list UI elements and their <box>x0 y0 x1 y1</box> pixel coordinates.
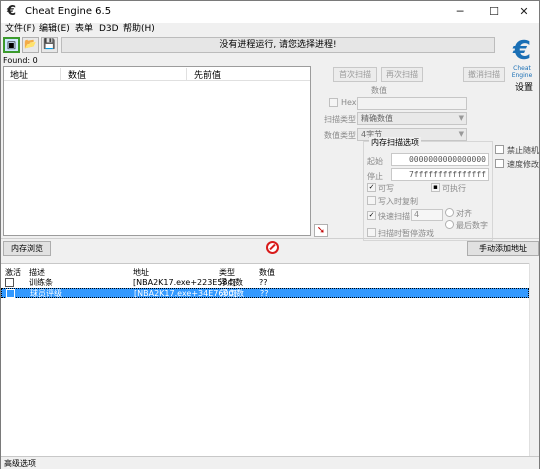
writable-label: 可写 <box>378 184 394 193</box>
table-row[interactable]: 球员评级 [NBA2K17.exe+34E7600] 浮点数 ?? <box>1 288 529 298</box>
col-address[interactable]: 地址 <box>10 68 28 81</box>
status-bar: 高级选项 <box>1 456 539 469</box>
fast-scan-checkbox[interactable]: ✓ <box>367 211 376 220</box>
col-address[interactable]: 地址 <box>133 267 149 278</box>
fast-scan-label: 快速扫描 <box>378 212 410 221</box>
col-description[interactable]: 描述 <box>29 267 45 278</box>
executable-label: 可执行 <box>442 184 466 193</box>
save-icon[interactable]: 💾 <box>41 37 58 53</box>
copy-on-write-checkbox[interactable] <box>367 196 376 205</box>
active-checkbox[interactable] <box>5 278 14 287</box>
add-address-manually-button[interactable]: 手动添加地址 <box>467 241 539 256</box>
speedhack-label: 速度修改 <box>507 160 539 169</box>
menu-edit[interactable]: 编辑(E) <box>39 23 70 35</box>
col-value[interactable]: 数值 <box>68 68 86 81</box>
hex-checkbox[interactable] <box>329 98 338 107</box>
scan-type-select[interactable]: 精确数值 ▼ <box>357 112 467 125</box>
chevron-down-icon: ▼ <box>458 130 464 138</box>
row-value: ?? <box>259 278 268 287</box>
menu-d3d[interactable]: D3D <box>99 23 119 35</box>
first-scan-button[interactable]: 首次扫描 <box>333 67 377 82</box>
menu-file[interactable]: 文件(F) <box>5 23 35 35</box>
clear-list-icon[interactable] <box>266 241 279 254</box>
disable-random-label: 禁止随机 <box>507 146 539 155</box>
last-digits-label: 最后数字 <box>456 221 488 230</box>
logo-caption: Cheat Engine <box>511 65 533 79</box>
title-bar: € Cheat Engine 6.5 ─ ☐ ✕ <box>1 1 539 23</box>
advanced-options[interactable]: 高级选项 <box>4 458 36 469</box>
select-process-icon[interactable]: ▣ <box>3 37 20 53</box>
stop-address-field[interactable]: 7fffffffffffffff <box>391 168 489 181</box>
menu-table[interactable]: 表单 <box>75 23 93 35</box>
found-count: Found: 0 <box>3 56 38 65</box>
active-checkbox[interactable] <box>6 289 15 298</box>
table-row[interactable]: 训练条 [NBA2K17.exe+223E584] 浮点数 ?? <box>1 278 529 288</box>
next-scan-button[interactable]: 再次扫描 <box>381 67 423 82</box>
main-window: € Cheat Engine 6.5 ─ ☐ ✕ 文件(F) 编辑(E) 表单 … <box>0 0 540 469</box>
process-label: 没有进程运行, 请您选择进程! <box>61 37 495 53</box>
alignment-label: 对齐 <box>456 209 472 218</box>
arrow-down-icon[interactable]: ➘ <box>314 224 328 237</box>
undo-scan-button[interactable]: 撤消扫描 <box>463 67 505 82</box>
scan-type-value: 精确数值 <box>361 114 393 123</box>
pause-game-checkbox[interactable] <box>367 228 376 237</box>
logo-icon: € <box>512 36 532 66</box>
memory-options-title: 内存扫描选项 <box>369 137 421 148</box>
speedhack-checkbox[interactable] <box>495 159 504 168</box>
scan-type-label: 扫描类型 <box>324 115 356 124</box>
chevron-down-icon: ▼ <box>458 114 464 122</box>
open-folder-icon[interactable]: 📂 <box>22 37 39 53</box>
value-type-label: 数值类型 <box>324 131 356 140</box>
results-header: 地址 数值 先前值 <box>4 67 310 81</box>
col-type[interactable]: 类型 <box>219 267 235 278</box>
settings-label[interactable]: 设置 <box>515 80 533 93</box>
hex-label: Hex <box>341 98 357 107</box>
value-label: 数值 <box>371 86 387 95</box>
row-description: 球员评级 <box>30 289 62 298</box>
row-description: 训练条 <box>29 278 53 287</box>
writable-checkbox[interactable]: ✓ <box>367 183 376 192</box>
cheat-engine-icon: € <box>7 4 17 19</box>
stop-label: 停止 <box>367 172 383 181</box>
fast-scan-input[interactable]: 4 <box>411 209 443 221</box>
row-value: ?? <box>260 289 269 298</box>
col-active[interactable]: 激活 <box>5 267 21 278</box>
cheat-engine-logo[interactable]: € Cheat Engine <box>506 36 538 79</box>
row-type: 浮点数 <box>219 278 243 287</box>
close-button[interactable]: ✕ <box>509 3 539 21</box>
last-digits-radio[interactable] <box>445 220 454 229</box>
menu-help[interactable]: 帮助(H) <box>123 23 155 35</box>
copy-on-write-label: 写入时复制 <box>378 197 418 206</box>
row-type: 浮点数 <box>220 289 244 298</box>
maximize-button[interactable]: ☐ <box>479 3 509 21</box>
value-input[interactable] <box>357 97 467 110</box>
address-table[interactable]: 激活 描述 地址 类型 数值 训练条 [NBA2K17.exe+223E584]… <box>1 263 539 456</box>
alignment-radio[interactable] <box>445 208 454 217</box>
window-title: Cheat Engine 6.5 <box>25 6 112 17</box>
col-previous[interactable]: 先前值 <box>194 68 221 81</box>
col-value[interactable]: 数值 <box>259 267 275 278</box>
minimize-button[interactable]: ─ <box>445 3 475 21</box>
start-address-field[interactable]: 0000000000000000 <box>391 153 489 166</box>
results-list[interactable]: 地址 数值 先前值 <box>3 66 311 236</box>
divider <box>1 238 539 239</box>
vertical-scrollbar[interactable] <box>529 263 539 456</box>
memory-view-button[interactable]: 内存浏览 <box>3 241 51 256</box>
executable-checkbox[interactable]: ▪ <box>431 183 440 192</box>
start-label: 起始 <box>367 157 383 166</box>
disable-random-checkbox[interactable] <box>495 145 504 154</box>
menu-bar: 文件(F) 编辑(E) 表单 D3D 帮助(H) <box>1 23 539 35</box>
